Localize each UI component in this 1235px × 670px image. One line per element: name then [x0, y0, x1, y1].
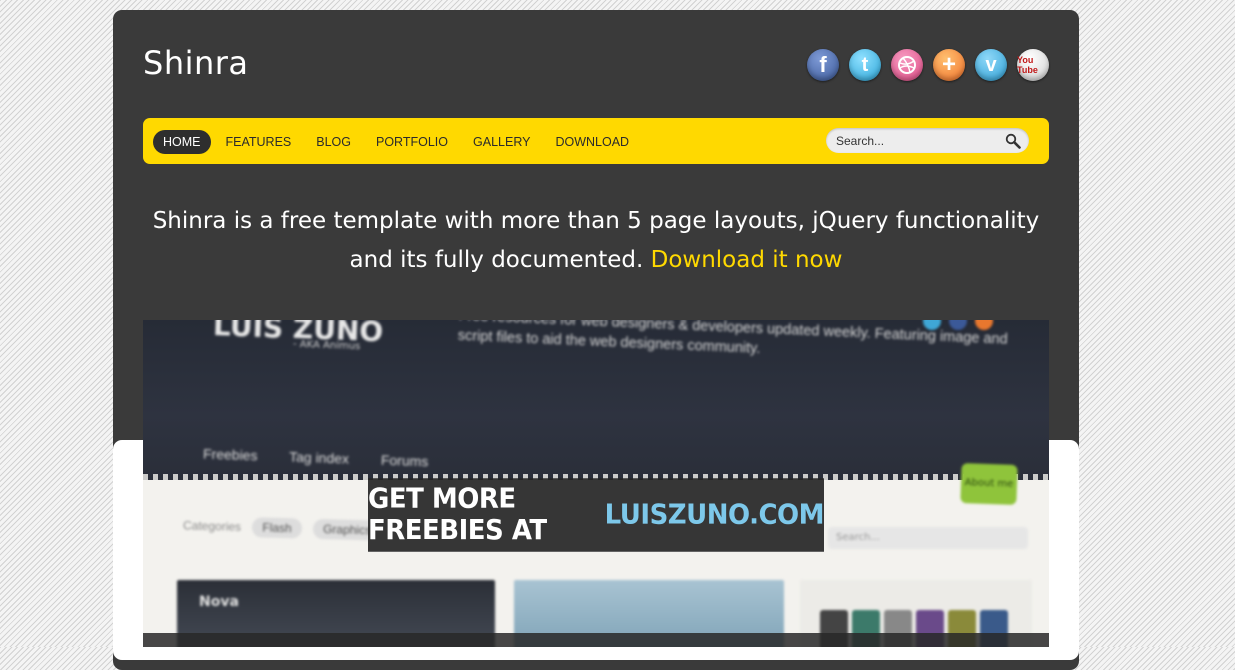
slide-caption-text: GET MORE FREEBIES AT	[368, 483, 547, 547]
slide-shot-facebook-icon	[949, 320, 967, 330]
slide-caption[interactable]: GET MORE FREEBIES AT LUISZUNO.COM	[368, 478, 825, 552]
youtube-icon[interactable]: You Tube	[1017, 49, 1049, 81]
slide-shot-category: Flash	[252, 517, 302, 539]
slider-bottom-bar	[143, 633, 1049, 647]
search-input[interactable]	[834, 132, 998, 150]
nav-portfolio[interactable]: PORTFOLIO	[366, 130, 458, 154]
slide-shot-social	[923, 320, 993, 330]
search-box	[826, 128, 1029, 153]
nav-gallery[interactable]: GALLERY	[463, 130, 540, 154]
slide-caption-link[interactable]: LUISZUNO.COM	[605, 499, 825, 531]
slide-shot-nav-item: Forums	[380, 451, 429, 470]
hero-slider[interactable]: LUIS ZUNO - AKA Animus Free resources fo…	[143, 320, 1049, 647]
tagline-text: Shinra is a free template with more than…	[152, 208, 1040, 273]
search-icon[interactable]	[1005, 133, 1021, 149]
twitter-icon[interactable]: t	[849, 49, 881, 81]
main-nav: HOME FEATURES BLOG PORTFOLIO GALLERY DOW…	[153, 130, 644, 154]
slide-shot-aka: - AKA Animus	[292, 338, 361, 353]
slide-shot-twitter-icon	[923, 320, 941, 330]
nav-home[interactable]: HOME	[153, 130, 211, 154]
slide-shot-nav-item: Freebies	[202, 445, 258, 464]
slide-shot-thumb-title: Nova	[199, 594, 239, 610]
social-icons: f t + v You Tube	[807, 49, 1049, 81]
dribbble-icon[interactable]	[891, 49, 923, 81]
facebook-icon[interactable]: f	[807, 49, 839, 81]
main-navbar: HOME FEATURES BLOG PORTFOLIO GALLERY DOW…	[143, 118, 1049, 164]
nav-blog[interactable]: BLOG	[306, 130, 361, 154]
slide-shot-about-button: About me	[960, 463, 1018, 505]
plus-icon[interactable]: +	[933, 49, 965, 81]
tagline: Shinra is a free template with more than…	[143, 202, 1049, 280]
vimeo-icon[interactable]: v	[975, 49, 1007, 81]
nav-features[interactable]: FEATURES	[216, 130, 302, 154]
nav-download[interactable]: DOWNLOAD	[545, 130, 639, 154]
site-logo[interactable]: Shinra	[143, 44, 249, 82]
slide-shot-nav-item: Tag index	[288, 448, 350, 467]
slide-shot-categories-label: Categories	[182, 518, 242, 534]
slide-shot-search: Search...	[828, 527, 1028, 549]
slide-shot-rss-icon	[975, 320, 993, 330]
download-link[interactable]: Download it now	[651, 247, 843, 273]
